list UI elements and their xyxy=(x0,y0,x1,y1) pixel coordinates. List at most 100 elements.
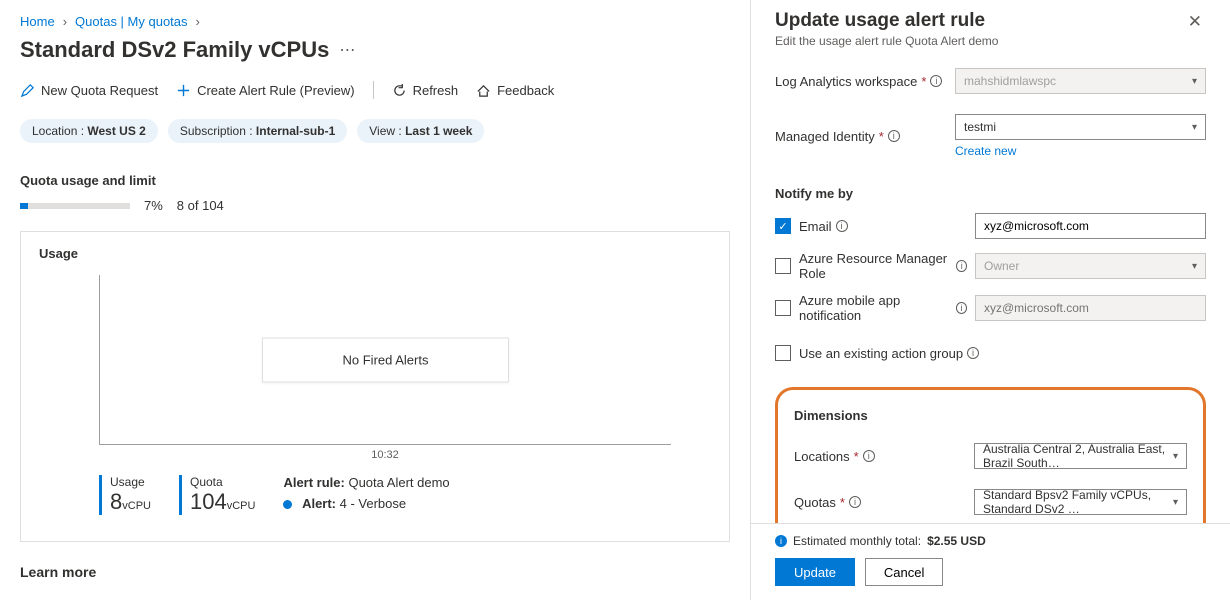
breadcrumb-sep: › xyxy=(196,14,200,29)
alert-value: 4 - Verbose xyxy=(340,496,407,511)
update-alert-panel: Update usage alert rule Edit the usage a… xyxy=(750,0,1230,600)
estimated-total-label: Estimated monthly total: xyxy=(793,534,921,548)
subscription-filter-pill[interactable]: Subscription : Internal-sub-1 xyxy=(168,119,347,143)
usage-bar-fill xyxy=(20,203,28,209)
usage-card: Usage No Fired Alerts 10:32 Usage 8vCPU … xyxy=(20,231,730,542)
pill-value: West US 2 xyxy=(87,124,145,138)
select-value: Australia Central 2, Australia East, Bra… xyxy=(983,442,1173,470)
usage-stat-value: 8 xyxy=(110,489,122,514)
no-fired-alerts-box: No Fired Alerts xyxy=(262,337,510,382)
alert-rule-label: Alert rule: xyxy=(283,475,344,490)
quotas-select[interactable]: Standard Bpsv2 Family vCPUs, Standard DS… xyxy=(974,489,1187,515)
plus-icon xyxy=(176,83,191,98)
existing-action-group-label: Use an existing action groupi xyxy=(799,346,979,361)
select-value: mahshidmlawspc xyxy=(964,74,1056,88)
notify-by-heading: Notify me by xyxy=(775,186,1206,201)
info-icon[interactable]: i xyxy=(863,450,875,462)
view-filter-pill[interactable]: View : Last 1 week xyxy=(357,119,484,143)
dimensions-highlight-box: Dimensions Locations*i Australia Central… xyxy=(775,387,1206,523)
arm-role-checkbox[interactable] xyxy=(775,258,791,274)
stat-unit: vCPU xyxy=(227,500,256,512)
pill-value: Last 1 week xyxy=(405,124,472,138)
info-icon[interactable]: i xyxy=(956,302,967,314)
select-value: Owner xyxy=(984,259,1019,273)
info-icon[interactable]: i xyxy=(849,496,861,508)
mobile-app-label: Azure mobile app notificationi xyxy=(799,293,967,323)
chevron-down-icon: ▾ xyxy=(1192,122,1197,133)
info-icon[interactable]: i xyxy=(956,260,967,272)
email-input[interactable] xyxy=(975,213,1206,239)
breadcrumb-quotas[interactable]: Quotas | My quotas xyxy=(75,14,188,29)
quota-stat-value: 104 xyxy=(190,489,227,514)
toolbar-label: New Quota Request xyxy=(41,83,158,98)
page-title: Standard DSv2 Family vCPUs xyxy=(20,37,329,63)
stat-unit: vCPU xyxy=(122,500,151,512)
info-icon: i xyxy=(775,535,787,547)
chart-x-tick: 10:32 xyxy=(99,449,671,461)
info-icon[interactable]: i xyxy=(836,220,848,232)
breadcrumb: Home › Quotas | My quotas › xyxy=(20,14,730,29)
pill-key: Subscription : xyxy=(180,124,253,138)
card-title: Usage xyxy=(39,246,711,261)
arm-role-select[interactable]: Owner ▾ xyxy=(975,253,1206,279)
chevron-down-icon: ▾ xyxy=(1192,261,1197,272)
panel-footer: i Estimated monthly total: $2.55 USD Upd… xyxy=(751,523,1230,600)
info-icon[interactable]: i xyxy=(967,347,979,359)
log-analytics-select[interactable]: mahshidmlawspc ▾ xyxy=(955,68,1206,94)
edit-icon xyxy=(20,83,35,98)
email-checkbox[interactable]: ✓ xyxy=(775,218,791,234)
stat-label: Usage xyxy=(110,475,151,489)
chevron-down-icon: ▾ xyxy=(1192,76,1197,87)
existing-action-group-checkbox[interactable] xyxy=(775,345,791,361)
create-new-link[interactable]: Create new xyxy=(955,144,1016,158)
filter-pills: Location : West US 2 Subscription : Inte… xyxy=(20,119,730,143)
quota-stat-block: Quota 104vCPU xyxy=(179,475,255,515)
usage-bar-track xyxy=(20,203,130,209)
select-value: testmi xyxy=(964,120,996,134)
learn-more-heading: Learn more xyxy=(20,564,730,580)
estimated-total-value: $2.55 USD xyxy=(927,534,986,548)
usage-of-text: 8 of 104 xyxy=(177,198,224,213)
new-quota-request-button[interactable]: New Quota Request xyxy=(20,83,158,98)
update-button[interactable]: Update xyxy=(775,558,855,586)
stat-label: Quota xyxy=(190,475,255,489)
usage-percent: 7% xyxy=(144,198,163,213)
toolbar-label: Refresh xyxy=(413,83,459,98)
arm-role-label: Azure Resource Manager Rolei xyxy=(799,251,967,281)
locations-select[interactable]: Australia Central 2, Australia East, Bra… xyxy=(974,443,1187,469)
managed-identity-select[interactable]: testmi ▾ xyxy=(955,114,1206,140)
toolbar-divider xyxy=(373,81,374,99)
toolbar-label: Feedback xyxy=(497,83,554,98)
refresh-button[interactable]: Refresh xyxy=(392,83,459,98)
usage-stat-block: Usage 8vCPU xyxy=(99,475,151,515)
email-checkbox-label: Emaili xyxy=(799,219,967,234)
select-value: Standard Bpsv2 Family vCPUs, Standard DS… xyxy=(983,488,1173,516)
alert-label: Alert: xyxy=(302,496,336,511)
pill-key: View : xyxy=(369,124,401,138)
log-analytics-label: Log Analytics workspace*i xyxy=(775,74,955,89)
breadcrumb-sep: › xyxy=(63,14,67,29)
alert-dot-icon xyxy=(283,500,292,509)
create-alert-rule-button[interactable]: Create Alert Rule (Preview) xyxy=(176,83,355,98)
pill-value: Internal-sub-1 xyxy=(256,124,335,138)
card-legend-row: Usage 8vCPU Quota 104vCPU Alert rule: Qu… xyxy=(99,475,711,515)
mobile-app-checkbox[interactable] xyxy=(775,300,791,316)
feedback-button[interactable]: Feedback xyxy=(476,83,554,98)
close-button[interactable]: ✕ xyxy=(1184,10,1206,34)
panel-title: Update usage alert rule xyxy=(775,10,998,32)
mobile-app-input[interactable] xyxy=(975,295,1206,321)
more-actions-button[interactable]: ⋯ xyxy=(339,40,355,60)
alert-meta: Alert rule: Quota Alert demo Alert: 4 - … xyxy=(283,475,449,511)
breadcrumb-home[interactable]: Home xyxy=(20,14,55,29)
managed-identity-label: Managed Identity*i xyxy=(775,129,955,144)
cancel-button[interactable]: Cancel xyxy=(865,558,943,586)
quotas-label: Quotas*i xyxy=(794,495,974,510)
quota-usage-heading: Quota usage and limit xyxy=(20,173,730,188)
info-icon[interactable]: i xyxy=(888,130,900,142)
info-icon[interactable]: i xyxy=(930,75,942,87)
location-filter-pill[interactable]: Location : West US 2 xyxy=(20,119,158,143)
feedback-icon xyxy=(476,83,491,98)
alert-rule-value: Quota Alert demo xyxy=(348,475,449,490)
toolbar: New Quota Request Create Alert Rule (Pre… xyxy=(20,81,730,99)
usage-chart: No Fired Alerts xyxy=(99,275,671,445)
